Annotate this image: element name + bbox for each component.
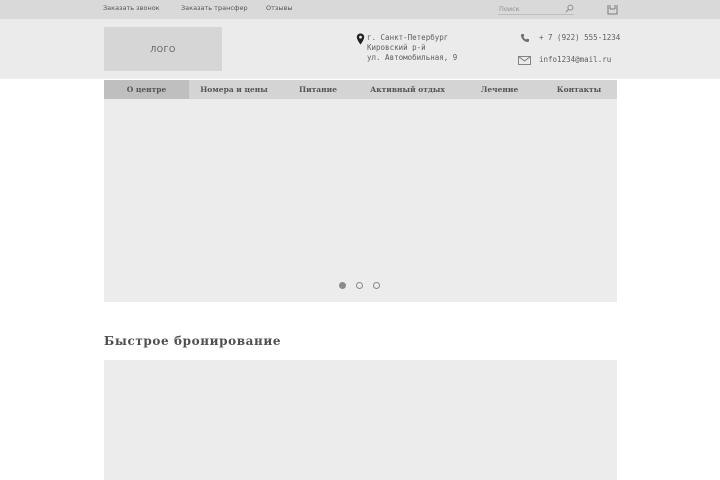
mail-icon bbox=[518, 56, 531, 65]
nav-item-treatment[interactable]: Лечение bbox=[458, 80, 541, 99]
slider-pagination bbox=[104, 281, 617, 291]
nav-item-rooms-prices[interactable]: Номера и цены bbox=[189, 80, 279, 99]
address-city: г. Санкт-Петербург bbox=[367, 33, 449, 42]
map-pin-icon bbox=[356, 33, 365, 45]
top-utility-bar: Заказать звонок Заказать трансфер Отзывы bbox=[0, 0, 720, 19]
email-address[interactable]: info1234@mail.ru bbox=[539, 55, 611, 64]
phone-icon bbox=[521, 34, 529, 42]
order-transfer-link[interactable]: Заказать трансфер bbox=[181, 4, 248, 12]
hero-slider[interactable] bbox=[104, 99, 617, 302]
quick-booking-title: Быстрое бронирование bbox=[104, 334, 282, 348]
nav-item-food[interactable]: Питание bbox=[279, 80, 357, 99]
address-district: Кировский р-й bbox=[367, 43, 426, 52]
nav-item-contacts[interactable]: Контакты bbox=[541, 80, 617, 99]
nav-item-about[interactable]: О центре bbox=[104, 80, 189, 99]
phone-number[interactable]: + 7 (922) 555-1234 bbox=[539, 33, 620, 42]
logo[interactable]: ЛОГО bbox=[104, 27, 222, 71]
slider-dot-3[interactable] bbox=[373, 282, 380, 289]
nav-item-active-rest[interactable]: Активный отдых bbox=[357, 80, 458, 99]
order-call-link[interactable]: Заказать звонок bbox=[103, 4, 160, 12]
search-input[interactable] bbox=[499, 3, 563, 14]
cart-icon[interactable] bbox=[607, 4, 618, 15]
site-header: ЛОГО г. Санкт-Петербург Кировский р-й ул… bbox=[0, 19, 720, 79]
main-nav: О центре Номера и цены Питание Активный … bbox=[104, 80, 617, 99]
search-icon[interactable] bbox=[565, 4, 574, 13]
quick-booking-panel bbox=[104, 360, 617, 480]
address-street: ул. Автомобильная, 9 bbox=[367, 53, 458, 62]
slider-dot-1[interactable] bbox=[339, 282, 346, 289]
reviews-link[interactable]: Отзывы bbox=[266, 4, 292, 12]
search-box bbox=[498, 3, 574, 15]
slider-dot-2[interactable] bbox=[356, 282, 363, 289]
